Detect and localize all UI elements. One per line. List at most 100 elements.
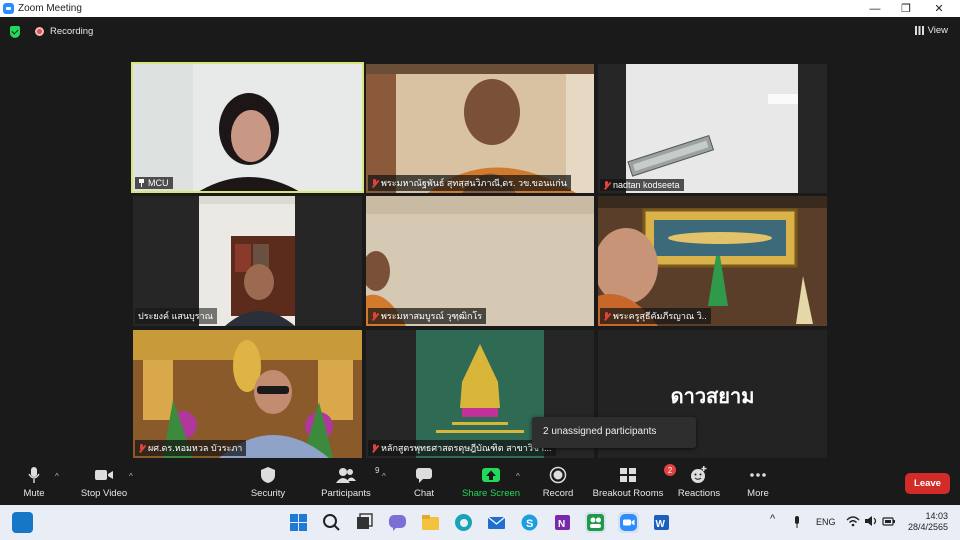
clock[interactable]: 14:03 28/4/2565 bbox=[906, 511, 948, 533]
zoom-logo-icon bbox=[3, 3, 14, 14]
toast-text: 2 unassigned participants bbox=[543, 426, 657, 437]
share-options-caret[interactable]: ^ bbox=[516, 472, 520, 481]
minimize-button[interactable]: — bbox=[860, 0, 890, 17]
video-tile-participant-2[interactable]: พระมหาณัฐพันธ์ สุทสฺสนวิภาณี,ดร. วข.ขอนแ… bbox=[366, 64, 594, 193]
video-tile-participant-5[interactable]: พระมหาสมบูรณ์ วุฑฺฒิกโร bbox=[366, 196, 594, 326]
record-button[interactable]: Record bbox=[540, 466, 576, 499]
security-shield-icon[interactable] bbox=[10, 26, 20, 38]
share-screen-icon bbox=[481, 466, 501, 484]
zoom-taskbar-icon[interactable] bbox=[618, 512, 639, 533]
participants-label: Participants bbox=[321, 488, 371, 499]
audio-options-caret[interactable]: ^ bbox=[55, 472, 59, 481]
video-tile-mcu[interactable]: MCU bbox=[131, 62, 364, 193]
widgets-icon[interactable] bbox=[12, 512, 33, 533]
mute-button[interactable]: Mute bbox=[20, 466, 48, 499]
reactions-button[interactable]: Reactions bbox=[676, 466, 722, 499]
share-screen-button[interactable]: Share Screen bbox=[460, 466, 522, 499]
grid-view-icon bbox=[914, 26, 924, 35]
contacts-app-icon[interactable] bbox=[585, 512, 606, 533]
search-icon[interactable] bbox=[321, 512, 342, 533]
mic-muted-icon bbox=[371, 178, 378, 188]
video-options-caret[interactable]: ^ bbox=[129, 472, 133, 481]
edge-browser-icon[interactable] bbox=[453, 512, 474, 533]
microphone-icon bbox=[27, 466, 41, 484]
battery-icon[interactable] bbox=[882, 515, 896, 529]
participant-name: หลักสูตรพุทธศาสตรดุษฎีบัณฑิต สาขาวิชา... bbox=[381, 443, 552, 453]
smiley-plus-icon bbox=[690, 466, 708, 484]
breakout-rooms-button[interactable]: 2 Breakout Rooms bbox=[592, 464, 676, 499]
participants-options-caret[interactable]: ^ bbox=[382, 472, 386, 481]
file-explorer-icon[interactable] bbox=[420, 512, 441, 533]
participant-video bbox=[598, 64, 827, 193]
meeting-top-bar bbox=[0, 17, 960, 47]
breakout-rooms-label: Breakout Rooms bbox=[592, 488, 664, 499]
participant-video bbox=[366, 196, 594, 326]
participants-button[interactable]: 9 Participants bbox=[318, 466, 379, 499]
chat-button[interactable]: Chat bbox=[408, 466, 440, 499]
participants-icon: 9 bbox=[335, 466, 379, 484]
mail-icon[interactable] bbox=[486, 512, 507, 533]
video-tile-participant-3[interactable]: nadtan kodseeta bbox=[598, 64, 827, 193]
chat-label: Chat bbox=[413, 488, 435, 499]
recording-label: Recording bbox=[50, 26, 94, 37]
security-label: Security bbox=[250, 488, 286, 499]
mute-label: Mute bbox=[23, 488, 45, 499]
minimize-icon: — bbox=[869, 2, 881, 15]
leave-button[interactable]: Leave bbox=[905, 473, 950, 494]
task-view-icon[interactable] bbox=[354, 512, 375, 533]
participant-name: ผศ.ดร.หอมหวล บัวระภา bbox=[148, 443, 243, 453]
word-icon[interactable]: W bbox=[651, 512, 672, 533]
svg-text:W: W bbox=[656, 519, 666, 530]
participant-name: ประยงค์ แสนบุราณ bbox=[138, 311, 213, 321]
volume-icon[interactable] bbox=[864, 515, 878, 529]
restore-icon: ❐ bbox=[901, 3, 911, 15]
tray-chevron-icon[interactable]: ^ bbox=[770, 513, 775, 525]
video-tile-participant-7[interactable]: ผศ.ดร.หอมหวล บัวระภา bbox=[133, 330, 362, 458]
close-window-button[interactable]: ✕ bbox=[924, 0, 954, 17]
view-label: View bbox=[927, 25, 948, 36]
participant-video bbox=[133, 196, 362, 326]
participant-name: พระครูสุธีคัมภีรญาณ วิ.. bbox=[613, 311, 707, 321]
participant-video bbox=[598, 196, 827, 326]
participant-video bbox=[133, 330, 362, 458]
pin-icon bbox=[138, 179, 145, 187]
skype-icon[interactable]: S bbox=[519, 512, 540, 533]
view-button[interactable]: View bbox=[914, 25, 948, 36]
wifi-icon[interactable] bbox=[846, 515, 860, 529]
svg-text:S: S bbox=[526, 518, 533, 530]
more-label: More bbox=[747, 488, 769, 499]
security-shield-outline-icon bbox=[260, 466, 276, 484]
mic-muted-icon bbox=[603, 311, 610, 321]
mic-muted-icon bbox=[371, 311, 378, 321]
security-button[interactable]: Security bbox=[248, 466, 288, 499]
tray-microphone-icon[interactable] bbox=[792, 515, 802, 531]
window-title: Zoom Meeting bbox=[18, 3, 82, 14]
more-button[interactable]: More bbox=[744, 466, 772, 499]
video-camera-icon bbox=[94, 466, 114, 484]
participant-name: พระมหาณัฐพันธ์ สุทสฺสนวิภาณี,ดร. วข.ขอนแ… bbox=[381, 178, 567, 188]
unassigned-participants-toast[interactable]: 2 unassigned participants bbox=[532, 417, 696, 448]
record-label: Record bbox=[542, 488, 574, 499]
start-windows-icon[interactable] bbox=[288, 512, 309, 533]
participant-name: nadtan kodseeta bbox=[613, 180, 680, 190]
video-tile-participant-4[interactable]: ประยงค์ แสนบุราณ bbox=[133, 196, 362, 326]
mic-muted-icon bbox=[603, 180, 610, 190]
participant-video bbox=[133, 64, 362, 191]
video-tile-participant-6[interactable]: พระครูสุธีคัมภีรญาณ วิ.. bbox=[598, 196, 827, 326]
participant-name: พระมหาสมบูรณ์ วุฑฺฒิกโร bbox=[381, 311, 483, 321]
breakout-badge: 2 bbox=[664, 464, 676, 476]
clock-time: 14:03 bbox=[925, 511, 948, 521]
stop-video-label: Stop Video bbox=[80, 488, 128, 499]
svg-text:N: N bbox=[558, 519, 565, 530]
teams-chat-icon[interactable] bbox=[387, 512, 408, 533]
close-icon: ✕ bbox=[934, 3, 944, 15]
participant-display-name: ดาวสยาม bbox=[670, 386, 755, 408]
onenote-icon[interactable]: N bbox=[552, 512, 573, 533]
clock-date: 28/4/2565 bbox=[907, 522, 948, 532]
stop-video-button[interactable]: Stop Video bbox=[78, 466, 130, 499]
record-icon bbox=[549, 466, 567, 484]
participant-name: MCU bbox=[148, 178, 169, 188]
maximize-button[interactable]: ❐ bbox=[891, 0, 921, 17]
share-screen-label: Share Screen bbox=[461, 488, 521, 499]
input-language[interactable]: ENG bbox=[816, 517, 836, 527]
